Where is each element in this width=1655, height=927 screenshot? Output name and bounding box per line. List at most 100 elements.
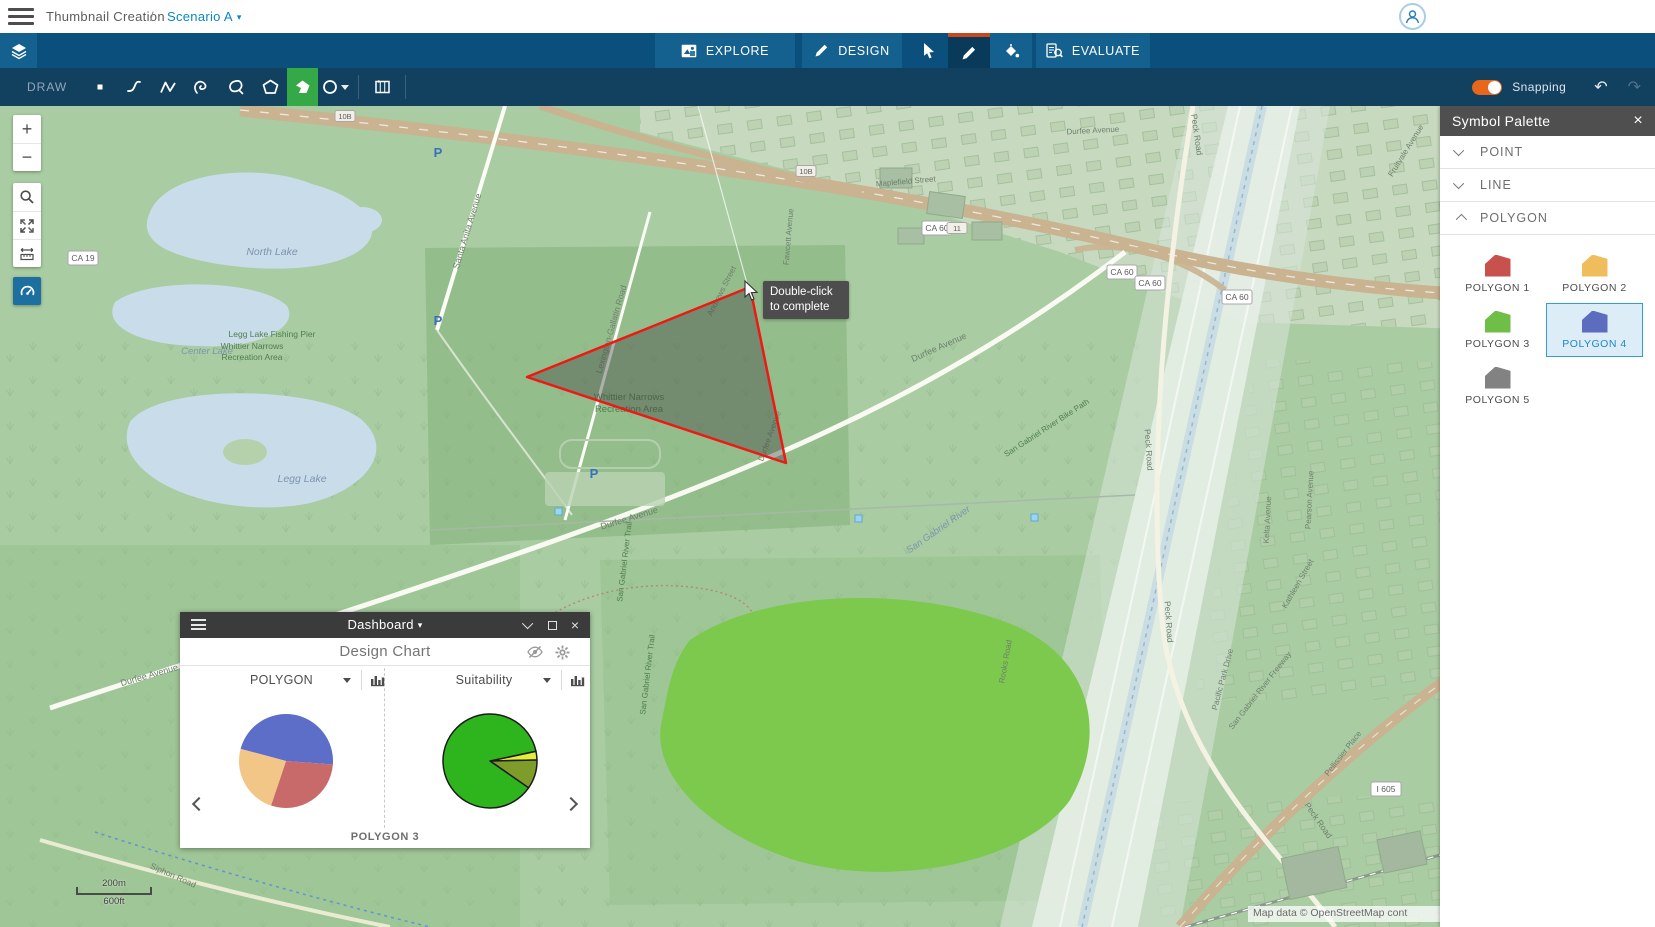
layers-button[interactable]	[0, 33, 37, 68]
freehand-loop-icon	[193, 79, 211, 95]
symbol-palette-title: Symbol Palette	[1452, 113, 1550, 129]
polygon-swatch-icon	[1485, 367, 1511, 389]
dashboard-subbar: Design Chart	[180, 638, 590, 666]
draw-point-tool[interactable]	[83, 68, 117, 106]
svg-text:CA 60: CA 60	[1138, 278, 1161, 288]
zoom-in-button[interactable]: +	[13, 115, 41, 143]
palette-section-label: LINE	[1480, 178, 1512, 192]
sketch-tool-button[interactable]	[948, 33, 990, 68]
chevron-up-icon	[1456, 214, 1467, 225]
swatch-label: POLYGON 5	[1465, 394, 1529, 406]
close-icon[interactable]: ×	[1633, 113, 1643, 129]
highway-shield: CA 60	[1222, 290, 1252, 304]
chevron-down-icon[interactable]	[543, 678, 551, 683]
svg-text:I 605: I 605	[1377, 784, 1396, 794]
dashboard-titlebar[interactable]: Dashboard ▾ ×	[180, 612, 590, 638]
dashboard-minimize-button[interactable]	[518, 612, 540, 638]
swatch-polygon-5[interactable]: POLYGON 5	[1449, 359, 1546, 413]
swatch-label: POLYGON 3	[1465, 338, 1529, 350]
zoom-out-button[interactable]: −	[13, 143, 41, 171]
draw-curve-tool[interactable]	[117, 68, 151, 106]
palette-section-line[interactable]: LINE	[1440, 169, 1655, 202]
gauge-icon	[19, 283, 36, 300]
measure-icon	[19, 246, 35, 262]
curve-icon	[125, 79, 143, 95]
draw-polygon-tool[interactable]	[253, 68, 287, 106]
top-bar: Thumbnail Creation / Scenario A▾	[0, 0, 1655, 33]
palette-section-polygon[interactable]: POLYGON	[1440, 202, 1655, 235]
image-icon	[681, 44, 697, 58]
chart-field-dropdown[interactable]: POLYGON	[220, 673, 343, 687]
chart-header-right: Suitability	[425, 666, 585, 694]
tab-design[interactable]: DESIGN	[802, 33, 902, 68]
dashboard-body: POLYGON Suitability	[180, 666, 590, 847]
dashboard-window: Dashboard ▾ × Design Chart POLYGON S	[180, 612, 590, 848]
svg-text:CA 19: CA 19	[71, 253, 94, 263]
draw-circle-tool[interactable]	[318, 68, 352, 106]
swatch-label: POLYGON 2	[1562, 282, 1626, 294]
pie-chart-suitability	[387, 694, 587, 824]
fill-tool-button[interactable]	[990, 33, 1032, 68]
tab-design-label: DESIGN	[838, 44, 890, 58]
parking-icon: P	[590, 466, 599, 481]
draw-shape-tool-active[interactable]	[287, 68, 318, 106]
snapping-toggle[interactable]	[1472, 80, 1502, 95]
hamburger-menu-icon[interactable]	[8, 8, 34, 25]
dashboard-maximize-button[interactable]	[541, 612, 563, 638]
pie-chart	[387, 694, 587, 828]
mouse-cursor	[744, 280, 760, 302]
draw-toolbar-label: DRAW	[27, 80, 67, 94]
search-button[interactable]	[13, 183, 41, 211]
chevron-down-icon[interactable]	[343, 678, 351, 683]
bar-chart-icon[interactable]	[570, 673, 585, 687]
tab-evaluate[interactable]: EVALUATE	[1036, 33, 1150, 68]
chart-field-dropdown[interactable]: Suitability	[425, 673, 543, 687]
breadcrumb-scenario-dropdown[interactable]: Scenario A▾	[167, 9, 242, 24]
breadcrumb-project[interactable]: Thumbnail Creation	[46, 9, 165, 24]
draw-freehand-polygon-tool[interactable]	[219, 68, 253, 106]
map-label: Recreation Area	[222, 352, 283, 362]
dashboard-close-button[interactable]: ×	[564, 612, 586, 638]
chevron-down-icon: ▾	[237, 12, 242, 22]
bar-chart-icon[interactable]	[370, 673, 385, 687]
redo-button[interactable]: ↷	[1628, 77, 1641, 97]
polygon-swatch-icon	[1582, 311, 1608, 333]
undo-button[interactable]: ↶	[1594, 77, 1607, 97]
polyline-icon	[159, 80, 177, 95]
chart-footer-label: POLYGON 3	[180, 831, 590, 843]
highway-shield: CA 19	[68, 251, 98, 265]
svg-text:CA 60: CA 60	[1225, 292, 1248, 302]
app: North LakeCenter LakeLegg LakeLegg Lake …	[0, 0, 1655, 927]
measure-button[interactable]	[13, 239, 41, 267]
draw-polyline-tool[interactable]	[151, 68, 185, 106]
tab-evaluate-label: EVALUATE	[1072, 44, 1140, 58]
breadcrumb-separator: /	[150, 9, 154, 24]
sketch-layer-tool[interactable]	[365, 68, 399, 106]
visibility-button[interactable]	[527, 645, 543, 664]
settings-button[interactable]	[555, 645, 570, 665]
polygon-filled-icon	[294, 79, 311, 95]
palette-section-label: POINT	[1480, 145, 1523, 159]
highway-shield: CA 60	[1107, 265, 1137, 279]
palette-section-point[interactable]: POINT	[1440, 136, 1655, 169]
report-magnifier-icon	[1046, 43, 1063, 59]
highway-shield: 11	[947, 223, 967, 234]
search-icon	[19, 189, 35, 205]
draw-tooltip: Double-click to complete	[763, 281, 849, 319]
draw-freehand-line-tool[interactable]	[185, 68, 219, 106]
swatch-polygon-4[interactable]: POLYGON 4	[1546, 303, 1643, 357]
swatch-polygon-1[interactable]: POLYGON 1	[1449, 247, 1546, 301]
swatch-polygon-3[interactable]: POLYGON 3	[1449, 303, 1546, 357]
parking-icon: P	[434, 313, 443, 328]
select-tool-button[interactable]	[910, 33, 948, 68]
layers-icon	[10, 42, 28, 60]
swatch-polygon-2[interactable]: POLYGON 2	[1546, 247, 1643, 301]
tab-explore[interactable]: EXPLORE	[655, 33, 795, 68]
map-label: North Lake	[246, 246, 298, 258]
dashboard-toggle-button[interactable]	[13, 277, 41, 305]
symbol-palette-panel: Symbol Palette × POINT LINE POLYGON POLYGO…	[1440, 106, 1655, 927]
full-extent-button[interactable]	[13, 211, 41, 239]
account-button[interactable]	[1399, 3, 1426, 30]
chevron-down-icon: ▾	[418, 620, 423, 630]
snapping-label: Snapping	[1512, 80, 1566, 94]
